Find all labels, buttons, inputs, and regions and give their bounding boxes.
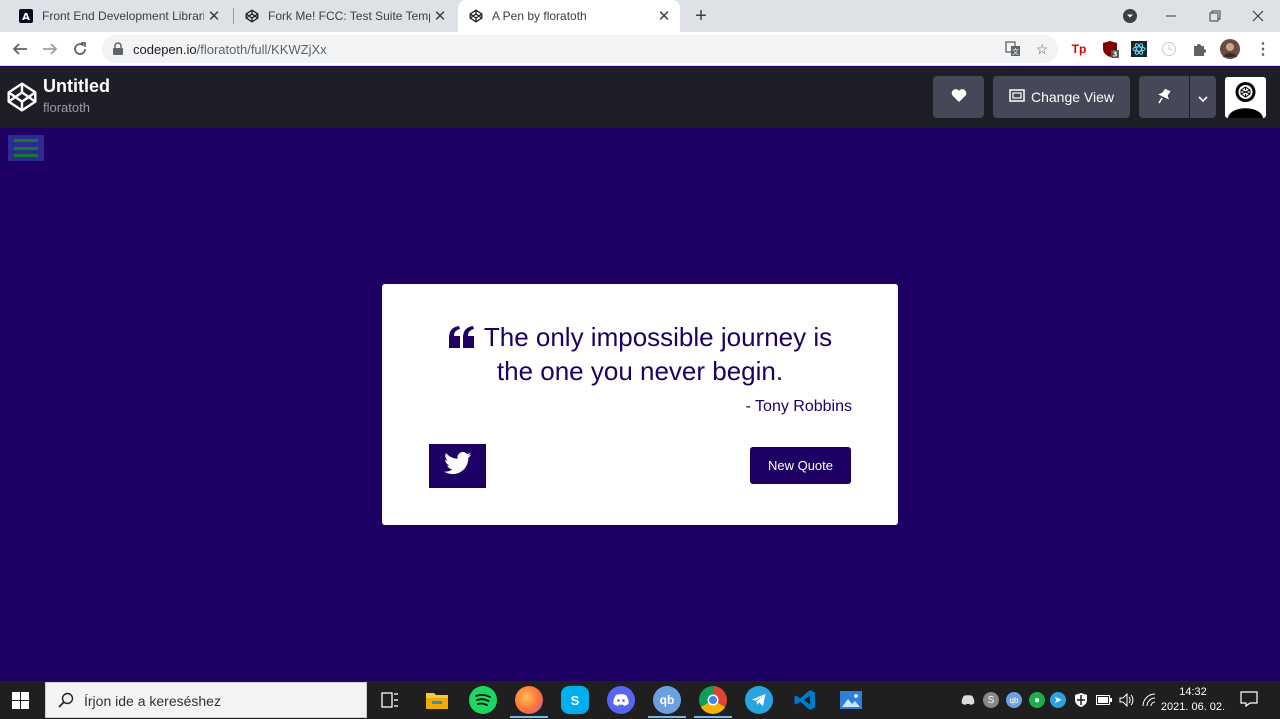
reload-icon[interactable]: [67, 36, 93, 62]
quote-author: - Tony Robbins: [745, 398, 852, 415]
clock-time: 14:32: [1179, 686, 1207, 698]
tab-front-end-libraries[interactable]: A Front End Development Libraries ✕: [8, 0, 230, 32]
wifi-icon[interactable]: [1141, 692, 1157, 708]
windows-taskbar: Írjon ide a kereséshez S qb S qb ● ➤ 14:…: [0, 681, 1280, 719]
task-view-icon[interactable]: [376, 686, 404, 714]
codepen-logo-icon[interactable]: [6, 81, 38, 113]
taskbar-clock[interactable]: 14:32 2021. 06. 02.: [1158, 685, 1228, 715]
codepen-header: Untitled floratoth Change View: [0, 67, 1280, 128]
browser-toolbar: codepen.io/floratoth/full/KKWZjXx 文 ☆ Tp…: [0, 32, 1280, 66]
tab-title: A Pen by floratoth: [492, 9, 587, 23]
address-bar[interactable]: codepen.io/floratoth/full/KKWZjXx 文 ☆: [102, 35, 1058, 63]
quote-text: The only impossible journey is the one y…: [483, 322, 833, 386]
battery-icon[interactable]: [1096, 692, 1112, 708]
quote-box: The only impossible journey is the one y…: [382, 284, 898, 525]
change-view-button[interactable]: Change View: [993, 76, 1130, 118]
vscode-icon[interactable]: [791, 686, 819, 714]
url-path: /floratoth/full/KKWZjXx: [196, 42, 327, 57]
telegram-tray-icon[interactable]: ➤: [1050, 692, 1066, 708]
url-text: codepen.io/floratoth/full/KKWZjXx: [133, 42, 327, 57]
photos-icon[interactable]: [837, 686, 865, 714]
close-tab-icon[interactable]: ✕: [204, 6, 224, 26]
extension-badge: 3: [1113, 51, 1118, 59]
codepen-icon: [468, 8, 484, 24]
change-view-icon: [1009, 89, 1025, 105]
forward-arrow-icon[interactable]: [37, 36, 63, 62]
profile-avatar[interactable]: [1220, 39, 1240, 59]
svg-text:文: 文: [1012, 47, 1019, 56]
hamburger-menu-button[interactable]: [8, 135, 44, 161]
taskbar-search-box[interactable]: Írjon ide a kereséshez: [45, 682, 367, 718]
clock-date: 2021. 06. 02.: [1160, 701, 1226, 713]
skype-icon[interactable]: S: [561, 686, 589, 714]
minimize-icon[interactable]: [1151, 0, 1191, 32]
back-arrow-icon[interactable]: [7, 36, 33, 62]
new-tab-button[interactable]: +: [690, 5, 712, 27]
pin-icon: [1157, 88, 1171, 107]
user-avatar[interactable]: [1225, 77, 1266, 118]
tab-a-pen-by-floratoth[interactable]: A Pen by floratoth ✕: [458, 0, 680, 32]
extension-clock-icon[interactable]: [1160, 40, 1178, 58]
tab-test-suite-template[interactable]: Fork Me! FCC: Test Suite Template ✕: [234, 0, 456, 32]
notification-center-icon[interactable]: [1240, 691, 1258, 708]
defender-tray-icon[interactable]: [1073, 692, 1089, 708]
firefox-icon[interactable]: [515, 686, 543, 714]
pen-title[interactable]: Untitled: [43, 76, 110, 97]
codepen-icon: [244, 8, 260, 24]
browser-tab-strip: A Front End Development Libraries ✕ Fork…: [0, 0, 1280, 32]
ublock-extension-icon[interactable]: 3: [1101, 40, 1119, 58]
hamburger-line: [14, 146, 38, 150]
pen-username[interactable]: floratoth: [43, 100, 90, 115]
qbittorrent-tray-icon[interactable]: qb: [1006, 692, 1022, 708]
close-tab-icon[interactable]: ✕: [654, 6, 674, 26]
hamburger-line: [14, 139, 38, 143]
pin-button[interactable]: [1139, 76, 1189, 118]
close-window-icon[interactable]: [1238, 0, 1278, 32]
search-placeholder: Írjon ide a kereséshez: [84, 693, 221, 709]
heart-button[interactable]: [933, 76, 984, 118]
svg-text:A: A: [22, 12, 30, 23]
tp-extension-icon[interactable]: Tp: [1070, 40, 1088, 58]
tab-title: Fork Me! FCC: Test Suite Template: [268, 9, 430, 23]
quote-text-block: The only impossible journey is the one y…: [427, 320, 853, 388]
lock-icon: [112, 42, 124, 55]
react-devtools-icon[interactable]: [1130, 40, 1148, 58]
chrome-icon[interactable]: [699, 686, 727, 714]
profile-menu-icon[interactable]: [1110, 0, 1150, 32]
chevron-down-icon: [1198, 89, 1208, 105]
twitter-icon: [443, 452, 472, 480]
search-icon: [58, 692, 74, 708]
tab-title: Front End Development Libraries: [42, 9, 204, 23]
file-explorer-icon[interactable]: [423, 686, 451, 714]
windows-start-icon[interactable]: [12, 692, 29, 709]
skype-tray-icon[interactable]: S: [983, 692, 999, 708]
volume-icon[interactable]: [1119, 692, 1135, 708]
extensions-puzzle-icon[interactable]: [1190, 40, 1208, 58]
translate-icon[interactable]: 文: [1004, 40, 1022, 58]
url-domain: codepen.io: [133, 42, 197, 57]
discord-icon[interactable]: [607, 686, 635, 714]
restore-icon[interactable]: [1195, 0, 1235, 32]
spotify-icon[interactable]: [469, 686, 497, 714]
heart-icon: [951, 88, 967, 106]
telegram-icon[interactable]: [745, 686, 773, 714]
pin-dropdown-button[interactable]: [1190, 76, 1216, 118]
bookmark-star-icon[interactable]: ☆: [1033, 40, 1051, 58]
active-app-indicator: [694, 716, 732, 718]
change-view-label: Change View: [1030, 89, 1115, 105]
quote-left-icon: [448, 322, 476, 348]
app-tray-icon[interactable]: ●: [1029, 692, 1045, 708]
active-app-indicator: [648, 716, 686, 718]
discord-tray-icon[interactable]: [960, 692, 976, 708]
close-tab-icon[interactable]: ✕: [430, 6, 450, 26]
freecodecamp-icon: A: [18, 8, 34, 24]
qbittorrent-icon[interactable]: qb: [653, 686, 681, 714]
new-quote-button[interactable]: New Quote: [750, 447, 851, 484]
tweet-quote-button[interactable]: [429, 444, 486, 488]
hamburger-line: [14, 153, 38, 157]
active-app-indicator: [510, 716, 548, 718]
chrome-menu-icon[interactable]: ⋮: [1254, 40, 1272, 58]
